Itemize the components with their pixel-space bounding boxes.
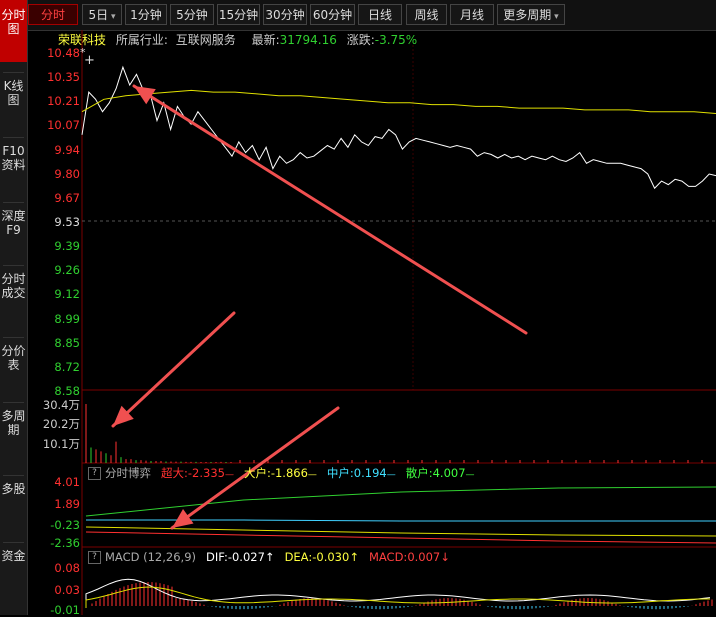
volume-axis-label: 30.4万 xyxy=(42,398,80,412)
macd-item: DEA:-0.030↑ xyxy=(285,550,359,564)
price-axis-label: 8.72 xyxy=(54,359,80,374)
crosshair-icon: + xyxy=(84,53,95,68)
average-price-line xyxy=(81,89,716,114)
game-item-value: 4.007 xyxy=(432,466,466,480)
game-item-value: -1.866 xyxy=(270,466,308,480)
game-item-label: 散户: xyxy=(405,466,433,480)
help-icon[interactable]: ? xyxy=(88,551,101,564)
price-axis-label: 8.99 xyxy=(54,311,80,326)
price-axis-label: 9.94 xyxy=(54,142,80,157)
annotation-arrow xyxy=(132,84,528,335)
price-axis-label: 10.21 xyxy=(47,94,80,109)
price-axis-label: 10.35 xyxy=(47,70,80,85)
annotation-arrow xyxy=(111,311,236,428)
game-item-label: 大户: xyxy=(243,466,271,480)
macd-item: DIF:-0.027↑ xyxy=(206,550,275,564)
macd-axis-label: -0.01 xyxy=(50,603,80,617)
price-axis-label: 10.48 xyxy=(47,46,80,60)
price-axis-label: 9.26 xyxy=(54,263,80,278)
game-series-line xyxy=(85,526,716,537)
game-item: 散户:4.007— xyxy=(406,466,475,480)
line-marker-icon: — xyxy=(465,470,475,480)
game-axis-label: 1.89 xyxy=(54,497,80,511)
price-axis-label: 8.58 xyxy=(54,384,80,398)
game-item: 超大:-2.335— xyxy=(161,466,234,480)
price-axis-label: 9.12 xyxy=(54,287,80,302)
price-line xyxy=(81,65,716,190)
game-item-label: 超大: xyxy=(161,466,188,480)
volume-axis-label: 20.2万 xyxy=(42,417,80,431)
line-marker-icon: — xyxy=(386,470,396,480)
game-item: 中户:0.194— xyxy=(327,466,396,480)
line-marker-icon: — xyxy=(224,470,234,480)
help-icon[interactable]: ? xyxy=(88,467,101,480)
price-axis-label: 9.80 xyxy=(54,166,80,181)
game-panel-header: ? 分时博弈 超大:-2.335— 大户:-1.866— 中户:0.194— 散户:4.0… xyxy=(88,465,475,482)
price-axis-label: 10.07 xyxy=(47,118,80,133)
trend-arrow-icon: ↑ xyxy=(264,550,275,564)
macd-item-label: MACD: xyxy=(368,550,408,564)
macd-item: MACD:0.007↓ xyxy=(369,550,450,564)
game-panel-title[interactable]: 分时博弈 xyxy=(105,466,151,480)
star-icon: * xyxy=(80,46,86,59)
chart-canvas[interactable]: +* xyxy=(0,0,716,615)
annotation-arrowhead xyxy=(172,508,194,528)
game-item-value: -2.335 xyxy=(187,466,225,480)
macd-item-label: DEA: xyxy=(284,550,313,564)
game-axis-label: -0.23 xyxy=(50,518,80,532)
game-axis-label: -2.36 xyxy=(50,536,80,550)
macd-item-value: -0.030 xyxy=(312,550,350,564)
macd-item-value: 0.007 xyxy=(407,550,441,564)
price-axis-label: 8.85 xyxy=(54,335,80,350)
price-axis-label: 9.67 xyxy=(54,190,80,205)
macd-panel-title[interactable]: MACD (12,26,9) xyxy=(105,550,196,564)
price-axis-label: 9.39 xyxy=(54,239,80,254)
line-marker-icon: — xyxy=(307,470,317,480)
macd-axis-label: 0.03 xyxy=(54,583,80,597)
game-item: 大户:-1.866— xyxy=(244,466,317,480)
macd-axis-label: 0.08 xyxy=(54,561,80,575)
trend-arrow-icon: ↑ xyxy=(349,550,359,564)
macd-item-label: DIF: xyxy=(206,550,228,564)
game-axis-label: 4.01 xyxy=(54,475,80,489)
game-series-line xyxy=(85,531,716,544)
game-item-value: 0.194 xyxy=(353,466,387,480)
trend-arrow-icon: ↓ xyxy=(440,550,450,564)
macd-item-value: -0.027 xyxy=(227,550,265,564)
macd-panel-header: ? MACD (12,26,9) DIF:-0.027↑ DEA:-0.030↑ MAC… xyxy=(88,549,450,566)
price-axis-label: 9.53 xyxy=(54,215,80,229)
game-series-line xyxy=(85,486,716,517)
game-item-label: 中户: xyxy=(326,466,354,480)
volume-axis-label: 10.1万 xyxy=(42,437,80,451)
